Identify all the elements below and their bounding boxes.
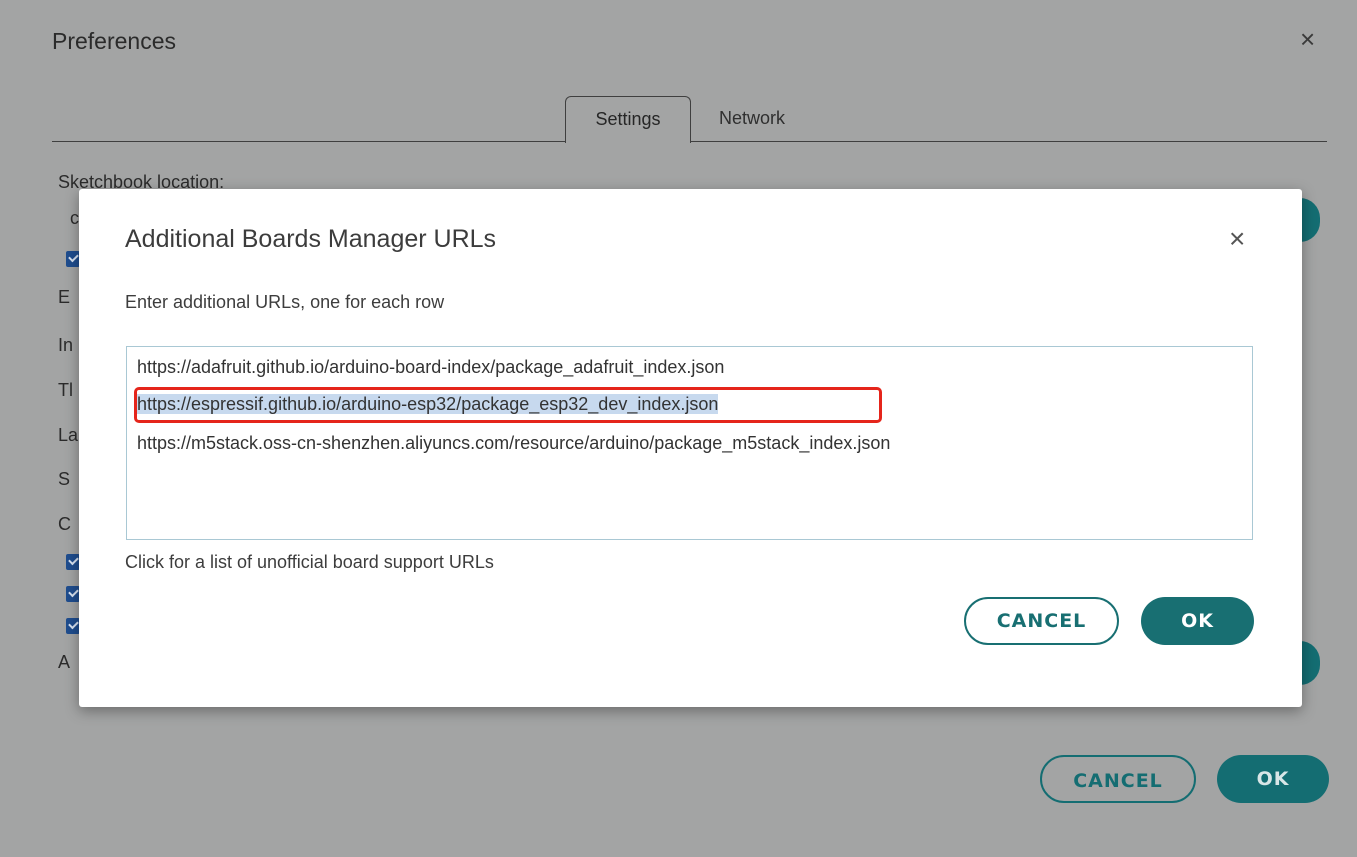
partial-row-label: S xyxy=(58,469,71,489)
tab-network[interactable]: Network xyxy=(697,96,807,141)
partial-row-label: E xyxy=(58,287,71,307)
close-icon[interactable]: × xyxy=(1229,225,1245,253)
partial-row-label: La xyxy=(58,425,79,445)
close-icon[interactable]: × xyxy=(1300,26,1315,52)
checkbox[interactable] xyxy=(66,618,80,634)
dialog-ok-button[interactable]: OK xyxy=(1141,597,1254,645)
partial-row-label: In xyxy=(58,335,74,355)
checkbox[interactable] xyxy=(66,586,80,602)
url-line-selected[interactable]: https://espressif.github.io/arduino-esp3… xyxy=(134,387,882,423)
partial-row-label: c xyxy=(70,208,79,228)
url-line[interactable]: https://m5stack.oss-cn-shenzhen.aliyuncs… xyxy=(137,433,890,454)
unofficial-urls-link[interactable]: Click for a list of unofficial board sup… xyxy=(125,552,494,573)
urls-textarea[interactable]: https://adafruit.github.io/arduino-board… xyxy=(126,346,1253,540)
checkbox[interactable] xyxy=(66,251,80,267)
dialog-title: Additional Boards Manager URLs xyxy=(125,225,497,253)
dialog-cancel-button[interactable]: CANCEL xyxy=(964,597,1119,645)
partial-row-label: Tl xyxy=(58,380,73,400)
cancel-button[interactable]: CANCEL xyxy=(1040,755,1196,803)
preferences-title: Preferences xyxy=(52,28,177,54)
url-line[interactable]: https://adafruit.github.io/arduino-board… xyxy=(137,357,724,378)
boards-manager-urls-dialog: Additional Boards Manager URLs × Enter a… xyxy=(79,189,1302,707)
checkbox[interactable] xyxy=(66,554,80,570)
partial-row-label: A xyxy=(58,652,71,672)
dialog-description: Enter additional URLs, one for each row xyxy=(125,292,445,312)
partial-row-label: C xyxy=(58,514,71,534)
ok-button[interactable]: OK xyxy=(1217,755,1329,803)
selected-text: https://espressif.github.io/arduino-esp3… xyxy=(137,394,719,414)
tab-settings[interactable]: Settings xyxy=(565,96,691,143)
